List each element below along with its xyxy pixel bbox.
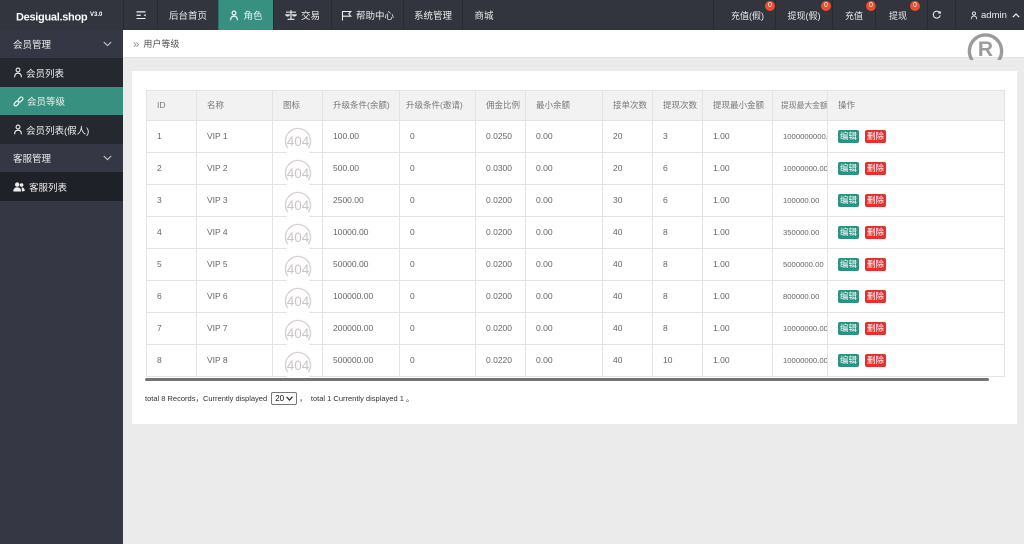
svg-text:404: 404: [287, 230, 310, 245]
svg-text:404: 404: [287, 358, 310, 373]
svg-text:404: 404: [287, 326, 310, 341]
svg-text:404: 404: [287, 134, 310, 149]
svg-text:R: R: [978, 38, 993, 60]
svg-text:404: 404: [287, 294, 310, 309]
svg-text:404: 404: [287, 262, 310, 277]
svg-text:404: 404: [287, 198, 310, 213]
svg-text:404: 404: [287, 166, 310, 181]
